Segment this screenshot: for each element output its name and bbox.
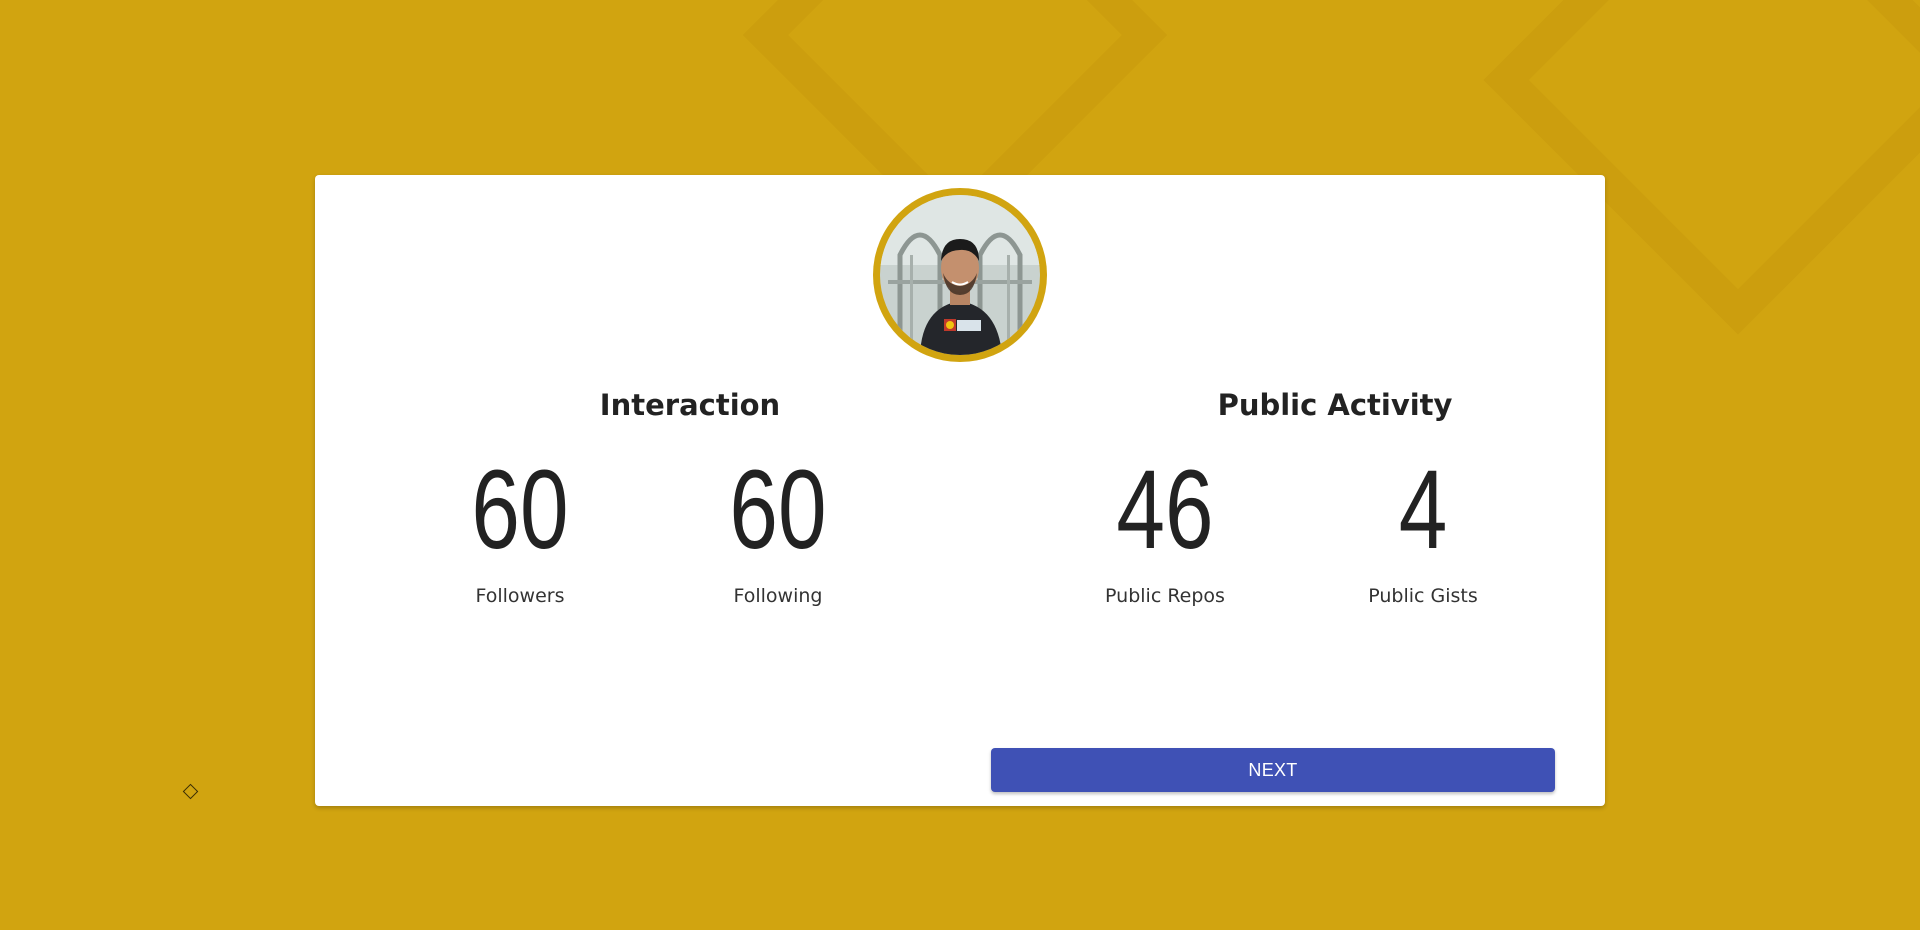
avatar [873,188,1047,362]
user-photo-avatar-icon [880,195,1040,355]
interaction-section: Interaction 60 Followers 60 Following [430,385,950,615]
public-gists-count: 4 [1398,447,1448,572]
public-gists-label: Public Gists [1368,585,1478,607]
diamond-icon [182,783,199,800]
public-activity-title: Public Activity [1217,388,1453,422]
followers-stat: 60 Followers [430,447,610,608]
followers-count: 60 [471,447,569,572]
following-label: Following [733,585,823,607]
following-count: 60 [729,447,827,572]
public-activity-section: Public Activity 46 Public Repos 4 Public… [1075,385,1595,615]
profile-stats-card: Interaction 60 Followers 60 Following Pu… [315,175,1605,806]
following-stat: 60 Following [688,447,868,608]
public-repos-count: 46 [1116,447,1214,572]
next-button[interactable]: NEXT [991,748,1555,792]
public-repos-label: Public Repos [1105,585,1225,607]
public-gists-stat: 4 Public Gists [1333,447,1513,608]
interaction-title: Interaction [599,388,781,422]
public-repos-stat: 46 Public Repos [1075,447,1255,608]
followers-label: Followers [475,585,565,607]
